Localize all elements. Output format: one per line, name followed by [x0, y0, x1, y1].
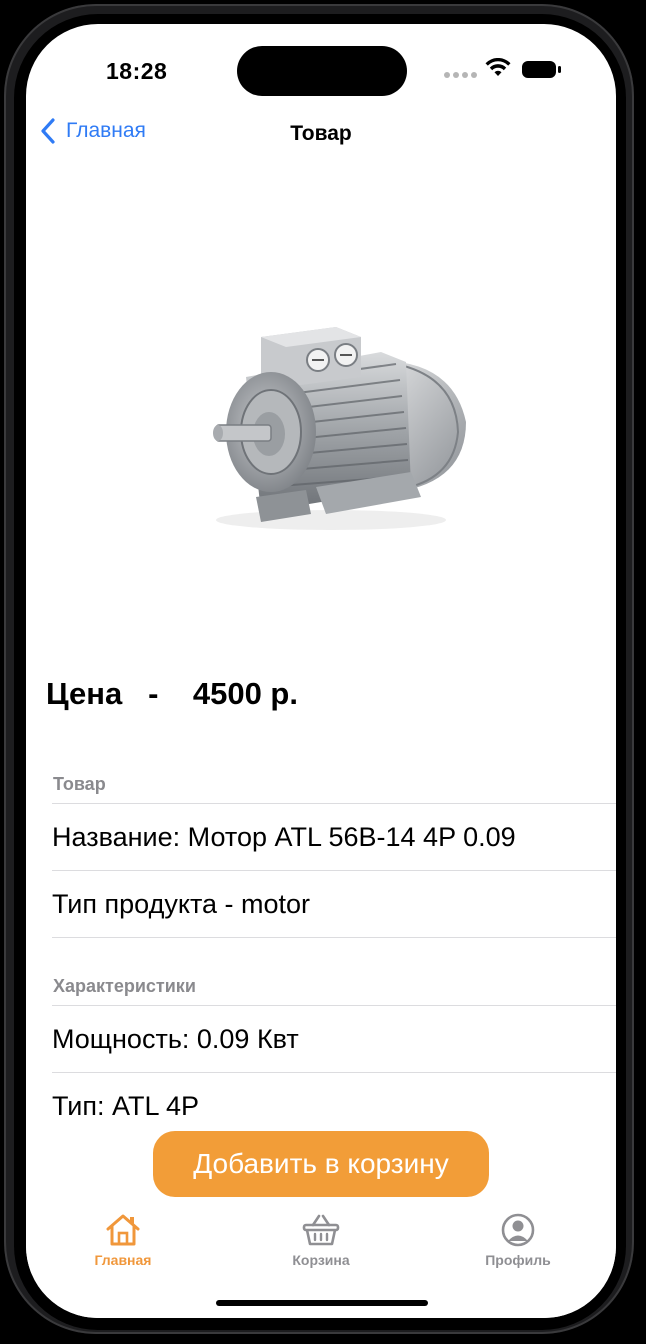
house-icon: [106, 1214, 140, 1246]
section-header-specs: Характеристики: [53, 976, 196, 996]
tab-cart[interactable]: Корзина: [261, 1212, 381, 1268]
battery-icon: [522, 61, 561, 78]
tab-profile-label: Профиль: [485, 1252, 551, 1268]
list-item: Мощность: 0.09 Квт: [52, 1005, 616, 1072]
person-circle-icon: [501, 1213, 535, 1247]
list-item: Тип: ATL 4P: [52, 1072, 616, 1139]
price-line: Цена - 4500 р.: [46, 676, 298, 712]
section-header-product: Товар: [53, 774, 106, 794]
navigation-bar: Главная Товар: [26, 112, 616, 156]
screen: 18:28 Главная Товар Цена - 4500 р. Товар…: [26, 24, 616, 1318]
tab-profile[interactable]: Профиль: [458, 1212, 578, 1268]
status-bar: 18:28: [26, 24, 616, 114]
tab-cart-label: Корзина: [292, 1252, 350, 1268]
product-type: Тип продукта - motor: [52, 889, 311, 919]
spec-power: Мощность: 0.09 Квт: [52, 1024, 299, 1054]
page-title: Товар: [290, 122, 352, 145]
price-value: 4500 р.: [192, 676, 298, 711]
electric-motor-image: [213, 327, 466, 530]
tab-home[interactable]: Главная: [63, 1212, 183, 1268]
list-item: Тип продукта - motor: [52, 870, 616, 937]
basket-icon: [302, 1214, 340, 1246]
price-label: Цена: [46, 676, 123, 711]
list-item: Название: Мотор ATL 56B-14 4P 0.09: [52, 803, 616, 870]
row-divider: [52, 937, 616, 939]
add-to-cart-button[interactable]: Добавить в корзину: [153, 1131, 489, 1197]
home-indicator: [216, 1300, 428, 1306]
product-name: Название: Мотор ATL 56B-14 4P 0.09: [52, 822, 516, 852]
wifi-icon: [485, 58, 511, 76]
price-separator: -: [148, 676, 159, 711]
dynamic-island: [237, 46, 407, 96]
cellular-signal-icon: [444, 72, 478, 78]
status-time: 18:28: [106, 58, 168, 84]
tab-home-label: Главная: [94, 1252, 152, 1268]
spec-type: Тип: ATL 4P: [52, 1091, 200, 1121]
